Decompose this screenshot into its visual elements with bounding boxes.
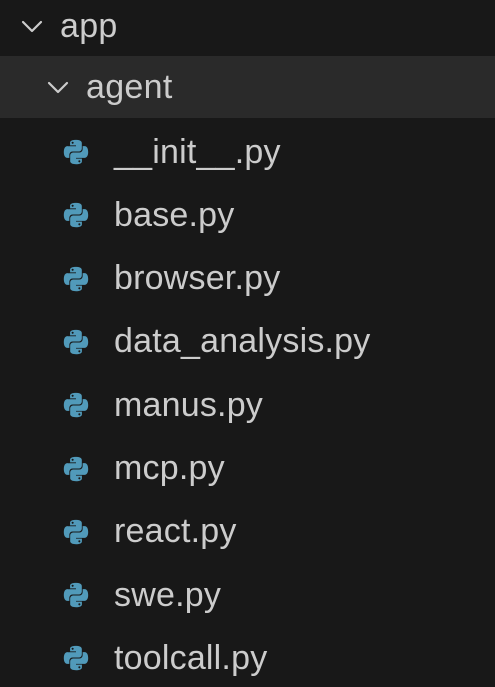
- python-icon: [60, 136, 92, 168]
- file-label: manus.py: [114, 385, 264, 424]
- file-label: __init__.py: [114, 132, 281, 171]
- file-item[interactable]: mcp.py: [0, 438, 495, 500]
- folder-agent[interactable]: agent: [0, 56, 495, 118]
- file-item[interactable]: __init__.py: [0, 121, 495, 183]
- python-icon: [60, 389, 92, 421]
- file-item[interactable]: base.py: [0, 184, 495, 246]
- file-label: base.py: [114, 195, 235, 234]
- file-label: mcp.py: [114, 449, 225, 487]
- chevron-down-icon[interactable]: [18, 12, 46, 40]
- python-icon: [60, 326, 92, 358]
- file-item[interactable]: manus.py: [0, 374, 495, 436]
- folder-label-agent: agent: [86, 67, 173, 106]
- file-label: react.py: [114, 512, 237, 551]
- python-icon: [60, 516, 92, 548]
- file-item[interactable]: react.py: [0, 501, 495, 563]
- file-explorer: app agent __init__.py base.py browser.py da…: [0, 0, 495, 687]
- file-label: data_analysis.py: [114, 322, 371, 361]
- file-item[interactable]: data_analysis.py: [0, 311, 495, 373]
- python-icon: [60, 453, 92, 485]
- file-label: toolcall.py: [114, 638, 268, 677]
- file-item[interactable]: toolcall.py: [0, 627, 495, 687]
- folder-label-app: app: [60, 6, 118, 45]
- file-item[interactable]: swe.py: [0, 564, 495, 626]
- python-icon: [60, 642, 92, 674]
- file-label: swe.py: [114, 575, 222, 614]
- folder-app[interactable]: app: [0, 0, 495, 52]
- python-icon: [60, 199, 92, 231]
- python-icon: [60, 263, 92, 295]
- python-icon: [60, 579, 92, 611]
- file-item[interactable]: browser.py: [0, 248, 495, 310]
- chevron-down-icon[interactable]: [44, 73, 72, 101]
- file-label: browser.py: [114, 259, 281, 298]
